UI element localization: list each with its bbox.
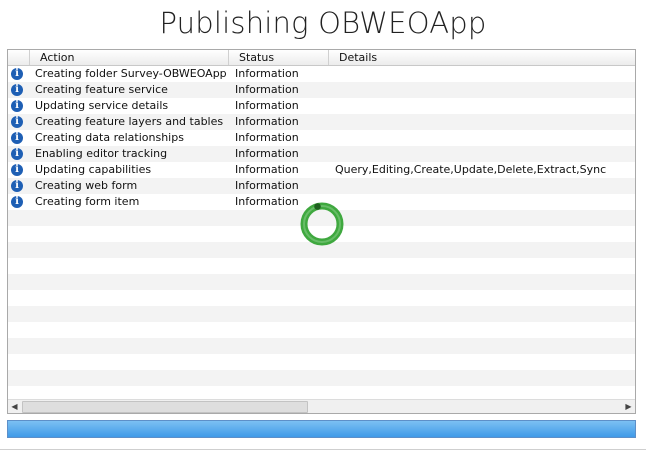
empty-row <box>8 306 635 322</box>
horizontal-scrollbar[interactable]: ◀ ▶ <box>8 399 635 413</box>
info-icon: i <box>11 132 23 144</box>
action-cell: Creating feature service <box>35 83 168 96</box>
empty-row <box>8 370 635 386</box>
info-icon: i <box>11 148 23 160</box>
action-cell: Creating feature layers and tables <box>35 115 224 128</box>
status-cell: Information <box>235 147 299 160</box>
details-cell <box>335 114 633 130</box>
info-icon: i <box>11 84 23 96</box>
scrollbar-thumb[interactable] <box>22 401 308 413</box>
info-icon: i <box>11 164 23 176</box>
table-row[interactable]: i Creating feature service Information <box>8 82 635 98</box>
table-row[interactable]: i Updating capabilities Information Query,E… <box>8 162 635 178</box>
table-row[interactable]: i Creating feature layers and tables Infor… <box>8 114 635 130</box>
details-cell <box>335 130 633 146</box>
details-cell <box>335 146 633 162</box>
progress-bar <box>7 420 636 438</box>
loading-spinner-icon <box>300 202 344 246</box>
info-icon: i <box>11 68 23 80</box>
status-cell: Information <box>235 115 299 128</box>
status-cell: Information <box>235 163 299 176</box>
info-icon: i <box>11 180 23 192</box>
empty-row <box>8 290 635 306</box>
action-cell: Creating data relationships <box>35 131 184 144</box>
action-cell: Updating service details <box>35 99 169 112</box>
details-cell: Query,Editing,Create,Update,Delete,Extra… <box>335 163 607 176</box>
header-status[interactable]: Status <box>229 50 329 65</box>
info-icon: i <box>11 196 23 208</box>
action-cell: Creating web form <box>35 179 138 192</box>
table-row[interactable]: i Enabling editor tracking Information <box>8 146 635 162</box>
status-cell: Information <box>235 99 299 112</box>
header-icon-column <box>8 50 30 65</box>
details-cell <box>335 98 633 114</box>
header-details[interactable]: Details <box>329 50 635 65</box>
empty-row <box>8 322 635 338</box>
table-row[interactable]: i Creating folder Survey-OBWEOApp Informat… <box>8 66 635 82</box>
action-cell: Creating folder Survey-OBWEOApp <box>35 67 227 80</box>
status-cell: Information <box>235 179 299 192</box>
scroll-left-icon[interactable]: ◀ <box>8 400 21 413</box>
action-cell: Creating form item <box>35 195 140 208</box>
header-action[interactable]: Action <box>30 50 229 65</box>
action-cell: Enabling editor tracking <box>35 147 168 160</box>
scroll-right-icon[interactable]: ▶ <box>622 400 635 413</box>
status-cell: Information <box>235 67 299 80</box>
empty-row <box>8 354 635 370</box>
details-cell <box>335 66 633 82</box>
spinner-dot <box>314 203 321 210</box>
status-cell: Information <box>235 131 299 144</box>
progress-fill <box>8 421 635 437</box>
details-cell <box>335 178 633 194</box>
empty-row <box>8 338 635 354</box>
empty-row <box>8 258 635 274</box>
action-cell: Updating capabilities <box>35 163 152 176</box>
empty-row <box>8 274 635 290</box>
divider <box>0 449 646 450</box>
table-header: Action Status Details <box>8 50 635 66</box>
spinner-highlight <box>303 205 341 243</box>
table-row[interactable]: i Updating service details Information <box>8 98 635 114</box>
page-title: Publishing OBWEOApp <box>159 6 487 40</box>
table-row[interactable]: i Creating web form Information <box>8 178 635 194</box>
details-cell <box>335 194 633 210</box>
details-cell <box>335 82 633 98</box>
status-cell: Information <box>235 83 299 96</box>
table-row[interactable]: i Creating data relationships Information <box>8 130 635 146</box>
info-icon: i <box>11 116 23 128</box>
info-icon: i <box>11 100 23 112</box>
